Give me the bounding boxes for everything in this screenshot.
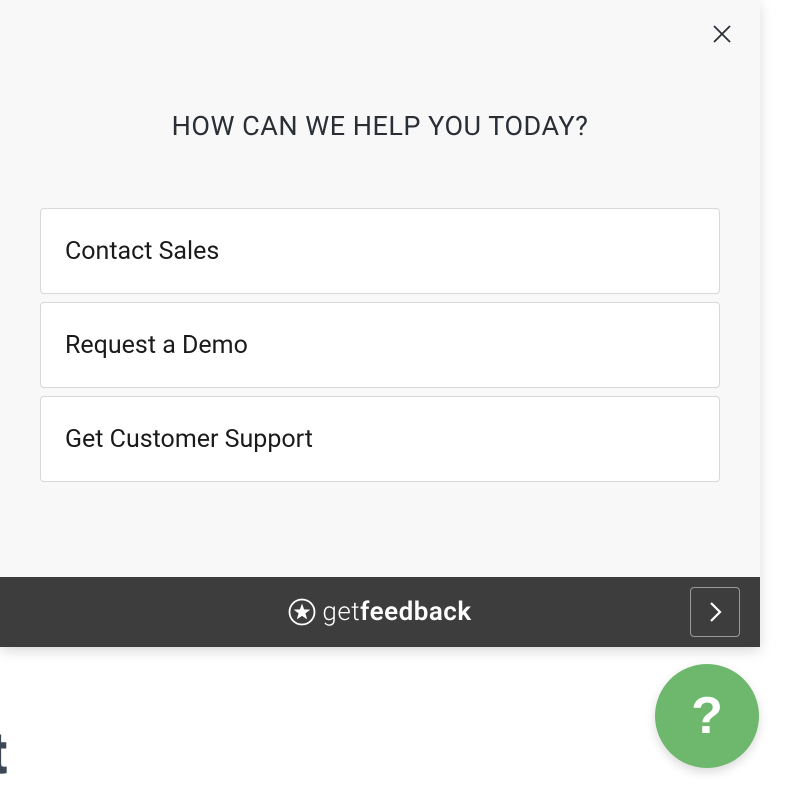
options-group: Contact Sales Request a Demo Get Custome… (40, 208, 720, 482)
modal-body: HOW CAN WE HELP YOU TODAY? Contact Sales… (0, 0, 760, 577)
help-fab[interactable]: ? (655, 664, 759, 768)
close-icon (712, 24, 732, 44)
close-button[interactable] (710, 22, 734, 46)
option-contact-sales[interactable]: Contact Sales (40, 208, 720, 294)
chevron-right-icon (707, 600, 723, 624)
brand-text: getfeedback (322, 597, 471, 627)
next-button[interactable] (690, 587, 740, 637)
modal-title: HOW CAN WE HELP YOU TODAY? (40, 110, 720, 142)
option-request-demo[interactable]: Request a Demo (40, 302, 720, 388)
background-heading-fragment: d it (0, 720, 7, 788)
option-customer-support[interactable]: Get Customer Support (40, 396, 720, 482)
modal-footer: getfeedback (0, 577, 760, 647)
question-mark-icon: ? (691, 686, 723, 746)
help-modal: HOW CAN WE HELP YOU TODAY? Contact Sales… (0, 0, 760, 647)
brand-logo: getfeedback (288, 597, 471, 627)
star-circle-icon (288, 598, 316, 626)
